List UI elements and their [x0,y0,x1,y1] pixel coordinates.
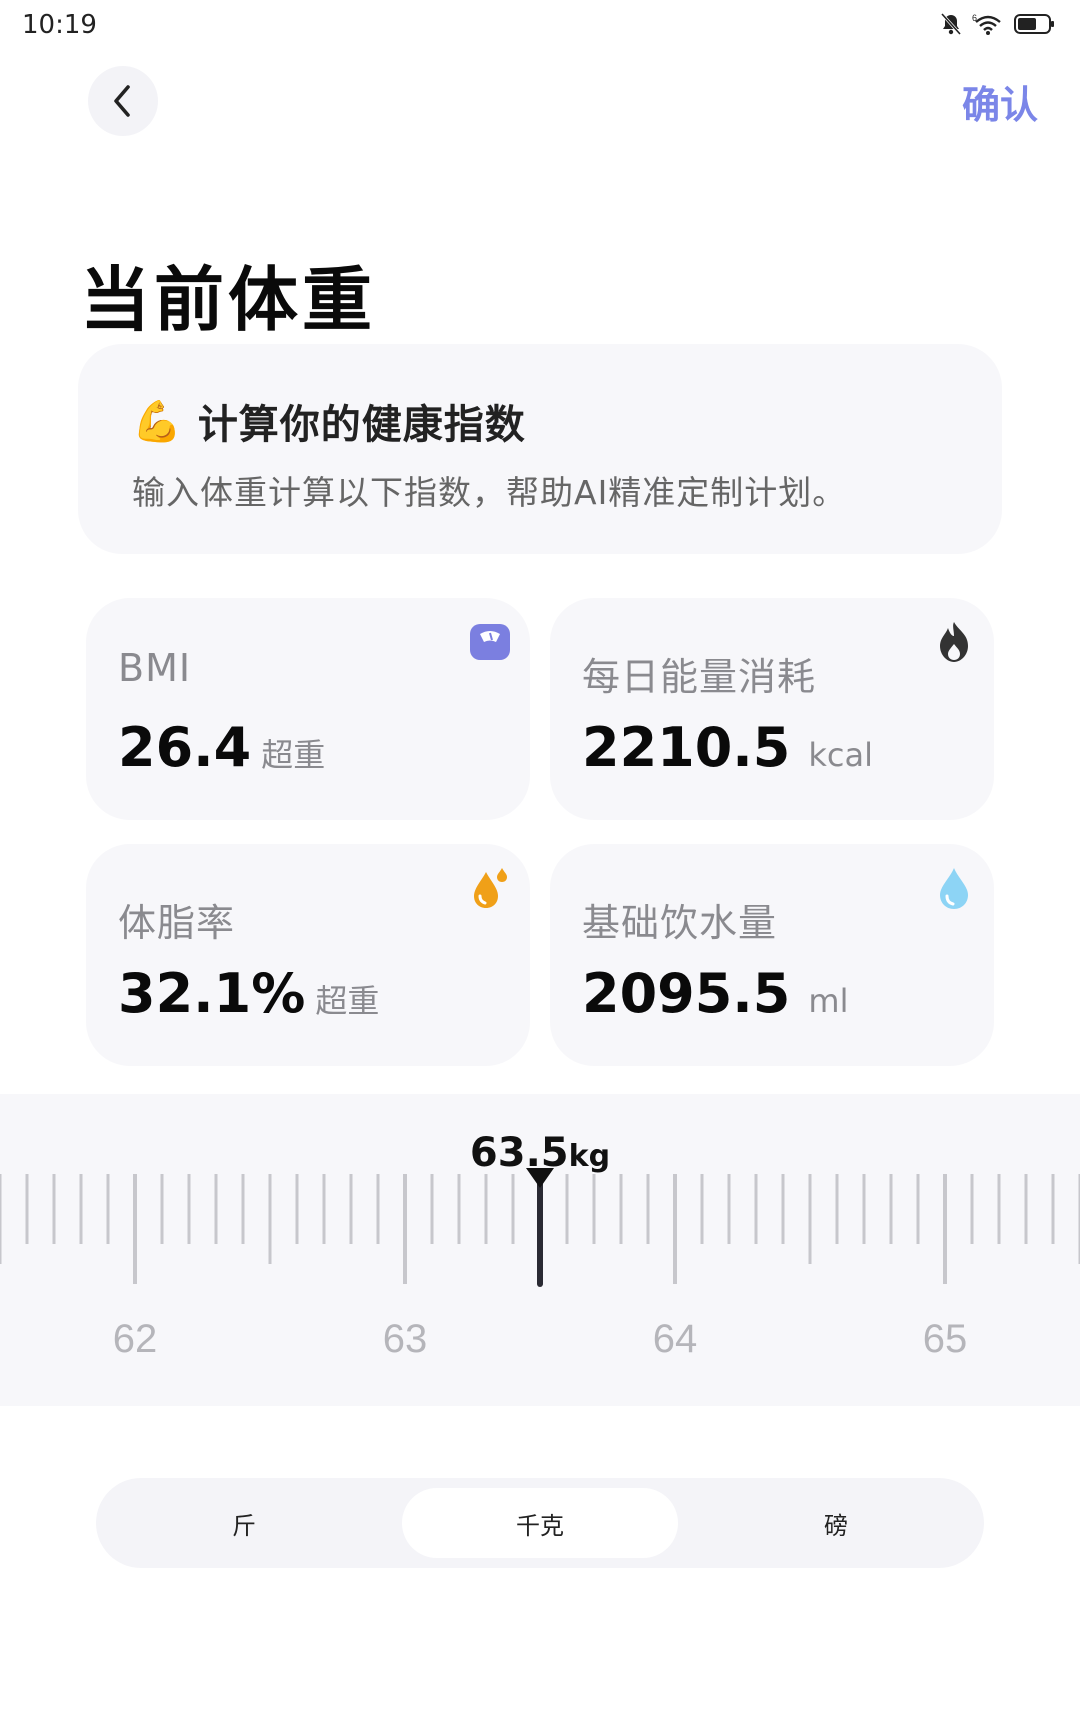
metric-value-row: 32.1% 超重 [118,962,379,1025]
unit-option-kilogram[interactable]: 千克 [402,1488,678,1558]
flexed-biceps-icon: 💪 [132,398,182,445]
unit-switch: 斤 千克 磅 [96,1478,984,1568]
metric-unit: ml [808,982,849,1020]
ruler-label: 62 [113,1317,158,1361]
metric-label: 基础饮水量 [582,901,778,945]
unit-option-jin[interactable]: 斤 [96,1478,392,1568]
metric-card-body-fat: 体脂率 32.1% 超重 [86,844,530,1066]
confirm-button[interactable]: 确认 [962,74,1038,129]
flame-icon [940,622,968,662]
metric-value: 26.4 [118,716,252,779]
unit-option-pound[interactable]: 磅 [688,1478,984,1568]
status-icons: 6 [940,12,1056,36]
weight-value: 63.5 [469,1130,569,1176]
status-bar: 10:19 6 [0,0,1080,56]
ruler-pointer-icon [526,1168,554,1188]
ruler-label: 64 [653,1317,698,1361]
metric-label: 每日能量消耗 [582,655,817,699]
intro-header: 💪 计算你的健康指数 [132,392,526,450]
intro-description: 输入体重计算以下指数，帮助AI精准定制计划。 [132,473,847,512]
metric-value: 2210.5 [582,716,791,779]
wifi-icon: 6 [972,13,1001,35]
metric-value-row: 2210.5 kcal [582,716,873,779]
metric-value: 32.1% [118,962,306,1025]
scale-icon [470,624,510,660]
intro-title: 计算你的健康指数 [197,402,526,448]
page-title: 当前体重 [80,259,376,341]
battery-icon [1014,14,1054,34]
metric-value: 2095.5 [582,962,791,1025]
ruler-scale[interactable]: 62 63 64 65 [0,1168,1080,1406]
ruler-label: 65 [923,1317,968,1361]
metric-card-water-intake: 基础饮水量 2095.5 ml [550,844,994,1066]
ruler-label: 63 [383,1317,428,1361]
metric-unit: 超重 [261,736,326,774]
chevron-left-icon [114,85,130,117]
water-drop-icon [940,868,968,909]
mute-bell-icon [940,12,962,36]
oil-drop-icon [474,868,507,908]
weight-unit: kg [568,1139,611,1174]
intro-card: 💪 计算你的健康指数 输入体重计算以下指数，帮助AI精准定制计划。 [78,344,1002,554]
metric-unit: 超重 [315,982,380,1020]
metric-unit: kcal [808,736,874,774]
metric-label: 体脂率 [118,901,236,945]
metric-value-row: 2095.5 ml [582,962,848,1025]
status-time: 10:19 [22,10,97,40]
metric-card-bmi: BMI 26.4 超重 [86,598,530,820]
weight-ruler[interactable]: 63.5kg 62 63 64 65 [0,1094,1080,1406]
metric-label: BMI [118,646,192,690]
metric-value-row: 26.4 超重 [118,716,325,779]
back-button[interactable] [88,66,158,136]
metric-card-daily-energy: 每日能量消耗 2210.5 kcal [550,598,994,820]
